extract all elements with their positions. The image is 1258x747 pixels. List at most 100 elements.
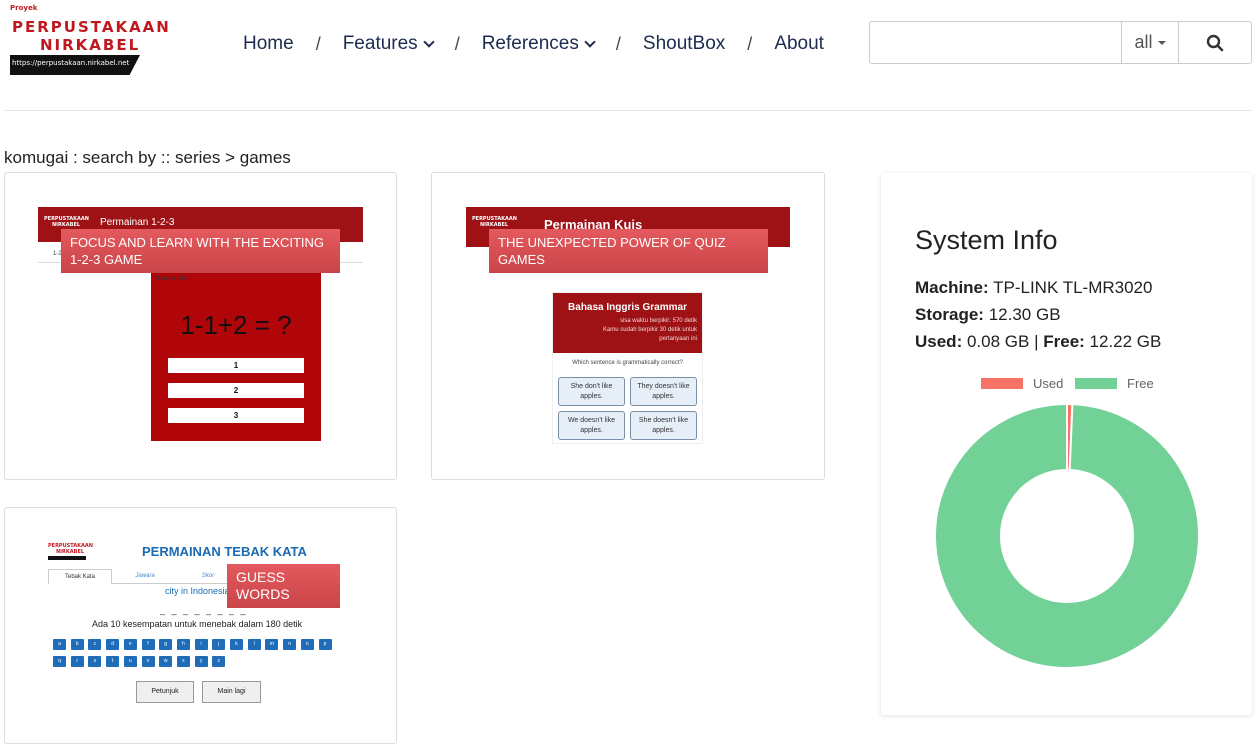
page: Proyek PERPUSTAKAAN NIRKABEL https://per…: [0, 0, 1258, 747]
letter-key: j: [212, 639, 226, 650]
site-logo[interactable]: Proyek PERPUSTAKAAN NIRKABEL https://per…: [8, 4, 171, 76]
letter-key: r: [70, 656, 84, 667]
chevron-down-icon: [423, 35, 435, 48]
logo-line1: PERPUSTAKAAN: [12, 18, 171, 36]
legend-swatch-free: [1075, 378, 1117, 389]
preview-tab: Skor: [201, 573, 215, 579]
storage-donut-chart: [934, 403, 1200, 669]
search-icon: [1206, 34, 1224, 51]
breadcrumb: komugai : search by :: series > games: [4, 148, 291, 167]
letter-key: t: [106, 656, 120, 667]
mini-logo-line2: NIRKABEL: [480, 222, 509, 228]
letter-key: a: [53, 639, 66, 650]
quiz-answer: They doesn't like apples.: [630, 377, 697, 406]
nav-references-label: References: [481, 33, 579, 54]
quiz-subtext-line: Kamu sudah berpikir 30 detik untuk: [602, 327, 697, 333]
letter-key: y: [194, 656, 208, 667]
card-label[interactable]: GUESS WORDS: [227, 564, 340, 608]
donut-slice-free[interactable]: [934, 403, 1200, 669]
free-value: 12.22 GB: [1089, 332, 1162, 351]
letter-key: q: [53, 656, 66, 667]
letter-key: m: [265, 639, 279, 650]
letter-key: k: [230, 639, 243, 650]
nav-separator: /: [615, 33, 621, 54]
legend-swatch-used: [981, 378, 1023, 389]
search-button[interactable]: [1179, 22, 1251, 63]
chevron-down-icon: [584, 35, 596, 48]
game-question-box: Nilai/no: 428 1-1+2 = ? 1 2 3: [151, 272, 321, 441]
quiz-subtext-line: sisa waktu berpikir: 570 detik: [619, 318, 697, 324]
quiz-question: Which sentence is grammatically correct?: [572, 360, 683, 366]
nav-features-label: Features: [342, 33, 418, 54]
legend-label-free: Free: [1127, 376, 1154, 391]
letter-key: o: [300, 639, 314, 650]
nav-shoutbox[interactable]: ShoutBox: [643, 33, 725, 55]
logo-kicker: Proyek: [10, 4, 38, 12]
letter-key: b: [70, 639, 84, 650]
game-preview-title: PERMAINAN TEBAK KATA: [142, 544, 307, 559]
letter-key: x: [176, 656, 190, 667]
letter-key: c: [88, 639, 102, 650]
machine-label: Machine:: [915, 278, 989, 297]
game-level: Nilai/no: 428: [155, 276, 189, 282]
nav-separator: /: [454, 33, 460, 54]
mini-logo-line2: NIRKABEL: [56, 549, 85, 555]
guess-chance: Ada 10 kesempatan untuk menebak dalam 18…: [92, 619, 303, 629]
letter-key: e: [123, 639, 137, 650]
usage-divider: |: [1034, 332, 1039, 351]
used-label: Used:: [915, 332, 963, 351]
letter-key: z: [212, 656, 226, 667]
card-label[interactable]: FOCUS AND LEARN WITH THE EXCITING 1-2-3 …: [61, 229, 340, 273]
legend-item-used[interactable]: Used: [981, 376, 1063, 391]
game-preview-title: Permainan 1-2-3: [100, 217, 175, 228]
letter-key: h: [176, 639, 190, 650]
card-label[interactable]: THE UNEXPECTED POWER OF QUIZ GAMES: [489, 229, 768, 273]
machine-value: TP-LINK TL-MR3020: [993, 278, 1153, 297]
letter-key: p: [318, 639, 332, 650]
preview-tab: Jawara: [135, 573, 155, 579]
nav-references[interactable]: References: [481, 33, 596, 55]
quiz-answer: She doesn't like apples.: [630, 411, 697, 440]
quiz-answer: We doesn't like apples.: [558, 411, 625, 440]
game-option: 2: [168, 383, 304, 398]
used-value: 0.08 GB: [966, 332, 1030, 351]
system-storage-row: Storage: 12.30 GB: [915, 305, 1061, 325]
mini-logo-bar: [48, 556, 86, 560]
logo-line2: NIRKABEL: [40, 36, 141, 54]
letter-key: f: [141, 639, 155, 650]
game-option: 3: [168, 408, 304, 423]
quiz-subtext-line: pertanyaan ini: [659, 336, 697, 342]
search-scope-value: all: [1134, 32, 1153, 52]
nav-home[interactable]: Home: [243, 33, 294, 55]
search-input[interactable]: [870, 22, 1122, 63]
header-divider: [4, 110, 1252, 111]
system-machine-row: Machine: TP-LINK TL-MR3020: [915, 278, 1152, 298]
letter-key: s: [88, 656, 102, 667]
system-usage-row: Used: 0.08 GB | Free: 12.22 GB: [915, 332, 1161, 352]
free-label: Free:: [1043, 332, 1085, 351]
quiz-subtext: sisa waktu berpikir: 570 detik Kamu suda…: [557, 317, 697, 344]
nav-about[interactable]: About: [774, 33, 824, 55]
letter-key: d: [106, 639, 120, 650]
letter-key: w: [159, 656, 173, 667]
letter-key: g: [159, 639, 173, 650]
letter-key: n: [283, 639, 297, 650]
storage-value: 12.30 GB: [988, 305, 1061, 324]
game-equation: 1-1+2 = ?: [180, 310, 292, 340]
legend-label-used: Used: [1033, 376, 1064, 391]
main-nav: Home / Features / References / ShoutBox …: [243, 32, 824, 56]
quiz-answer: She don't like apples.: [558, 377, 625, 406]
storage-label: Storage:: [915, 305, 984, 324]
system-info-panel: System Info Machine: TP-LINK TL-MR3020 S…: [881, 173, 1252, 715]
system-info-title: System Info: [915, 225, 1058, 255]
quiz-preview: Bahasa Inggris Grammar sisa waktu berpik…: [552, 292, 703, 444]
legend-item-free[interactable]: Free: [1075, 376, 1154, 391]
search-bar: all: [869, 21, 1252, 64]
search-scope-select[interactable]: all: [1122, 22, 1179, 63]
mini-logo-line2: NIRKABEL: [52, 222, 81, 228]
logo-url: https://perpustakaan.nirkabel.net: [12, 59, 130, 67]
letter-key: l: [247, 639, 261, 650]
caret-down-icon: [1157, 40, 1166, 45]
preview-again-button: Main lagi: [202, 681, 261, 703]
nav-features[interactable]: Features: [342, 33, 435, 55]
